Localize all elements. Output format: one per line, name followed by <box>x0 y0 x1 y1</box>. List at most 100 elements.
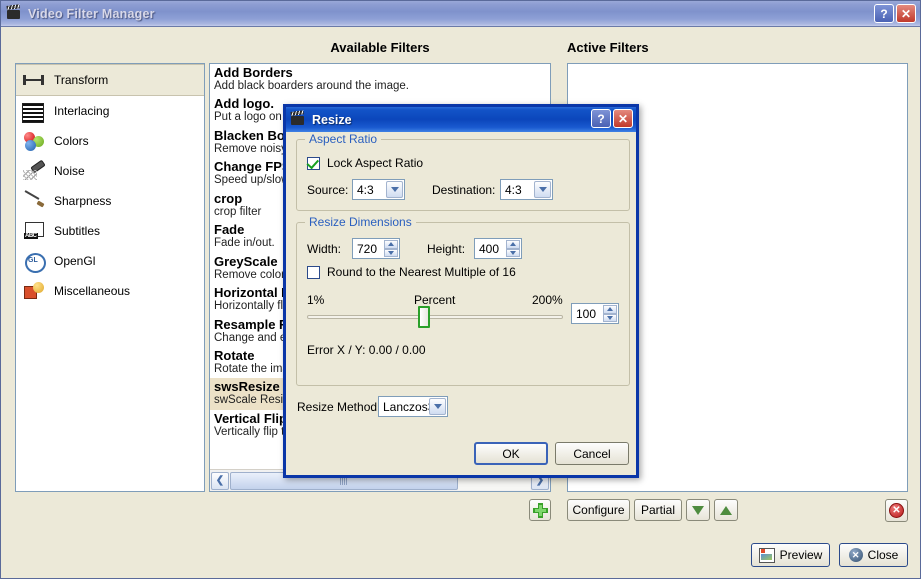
resize-dimensions-legend: Resize Dimensions <box>305 215 416 229</box>
sidebar-item-label: Sharpness <box>54 194 112 208</box>
green-plus-icon <box>532 502 548 518</box>
sidebar-item-label: Interlacing <box>54 104 110 118</box>
sidebar-item-interlacing[interactable]: Interlacing <box>16 96 204 126</box>
slider-min-label: 1% <box>307 293 325 307</box>
slider-max-label: 200% <box>532 293 563 307</box>
sidebar-item-opengl[interactable]: OpenGl <box>16 246 204 276</box>
filter-description: Add black boarders around the image. <box>214 80 409 93</box>
scroll-left-icon[interactable]: ❮ <box>211 471 229 490</box>
width-input[interactable]: 720 <box>352 238 400 259</box>
sidebar-item-sharpness[interactable]: Sharpness <box>16 186 204 216</box>
aspect-ratio-group: Aspect Ratio Lock Aspect Ratio Source: 4… <box>296 132 630 211</box>
destination-label: Destination: <box>432 183 496 197</box>
height-stepper-down[interactable] <box>506 248 520 257</box>
film-clapper-icon <box>6 6 22 22</box>
lock-aspect-ratio-label: Lock Aspect Ratio <box>327 156 424 170</box>
height-input[interactable]: 400 <box>474 238 522 259</box>
dialog-title: Resize <box>312 112 352 127</box>
dialog-close-button[interactable]: ✕ <box>613 109 633 128</box>
lock-aspect-ratio-checkbox[interactable] <box>307 157 320 170</box>
subtitles-icon <box>22 220 48 242</box>
sidebar-item-miscellaneous[interactable]: Miscellaneous <box>16 276 204 306</box>
destination-aspect-select[interactable]: 4:3 <box>500 179 553 200</box>
percent-stepper[interactable] <box>603 305 617 322</box>
width-value: 720 <box>357 241 378 256</box>
destination-aspect-value: 4:3 <box>505 182 522 197</box>
miscellaneous-icon <box>22 280 48 302</box>
arrow-up-icon <box>719 503 733 518</box>
aspect-ratio-legend: Aspect Ratio <box>305 132 382 146</box>
chevron-down-icon[interactable] <box>429 398 446 415</box>
dialog-window-controls: ? ✕ <box>591 109 633 128</box>
width-label: Width: <box>307 242 342 256</box>
source-label: Source: <box>307 183 349 197</box>
percent-value: 100 <box>576 306 597 321</box>
sidebar-item-colors[interactable]: Colors <box>16 126 204 156</box>
percent-slider[interactable] <box>307 315 563 319</box>
opengl-icon <box>22 250 48 273</box>
sidebar-item-label: Miscellaneous <box>54 284 131 298</box>
percent-stepper-down[interactable] <box>603 313 617 322</box>
close-label: Close <box>867 548 899 562</box>
resize-method-select[interactable]: Lanczos3 <box>378 396 448 417</box>
interlacing-icon <box>22 100 48 123</box>
width-stepper-down[interactable] <box>384 248 398 257</box>
cancel-button[interactable]: Cancel <box>555 442 629 465</box>
source-aspect-select[interactable]: 4:3 <box>352 179 405 200</box>
noise-icon <box>22 160 48 182</box>
transform-icon <box>22 69 48 91</box>
round-multiple-checkbox[interactable] <box>307 266 320 279</box>
add-filter-button[interactable] <box>529 499 551 521</box>
width-stepper[interactable] <box>384 240 398 257</box>
sidebar-item-noise[interactable]: Noise <box>16 156 204 186</box>
width-stepper-up[interactable] <box>384 240 398 249</box>
sidebar-item-subtitles[interactable]: Subtitles <box>16 216 204 246</box>
move-up-button[interactable] <box>714 499 738 521</box>
round-multiple-label: Round to the Nearest Multiple of 16 <box>327 265 516 279</box>
sidebar-item-label: Subtitles <box>54 224 101 238</box>
available-filters-heading: Available Filters <box>330 40 430 55</box>
chevron-down-icon[interactable] <box>534 181 551 198</box>
sidebar-item-label: Colors <box>54 134 89 148</box>
height-stepper[interactable] <box>506 240 520 257</box>
filter-list-item[interactable]: Add Borders Add black boarders around the… <box>210 64 550 95</box>
preview-button[interactable]: Preview <box>751 543 830 567</box>
sharpness-icon <box>22 190 48 212</box>
percent-input[interactable]: 100 <box>571 303 619 324</box>
sidebar-item-label: Noise <box>54 164 85 178</box>
window-title: Video Filter Manager <box>28 6 155 21</box>
configure-button[interactable]: Configure <box>567 499 630 521</box>
window-titlebar: Video Filter Manager ? ✕ <box>1 1 920 27</box>
partial-button[interactable]: Partial <box>634 499 682 521</box>
error-readout: Error X / Y: 0.00 / 0.00 <box>307 343 426 357</box>
red-delete-icon: ✕ <box>889 503 904 518</box>
move-down-button[interactable] <box>686 499 710 521</box>
help-button[interactable]: ? <box>874 4 894 23</box>
resize-dimensions-group: Resize Dimensions Width: 720 Height: 400… <box>296 215 630 386</box>
slider-title-label: Percent <box>414 293 456 307</box>
colors-icon <box>22 130 48 152</box>
window-controls: ? ✕ <box>874 4 916 23</box>
percent-slider-thumb[interactable] <box>418 306 430 328</box>
close-window-button[interactable]: ✕ <box>896 4 916 23</box>
category-tree[interactable]: Transform Interlacing Colors Noise Sharp… <box>15 63 205 492</box>
arrow-down-icon <box>691 503 705 518</box>
chevron-down-icon[interactable] <box>386 181 403 198</box>
sidebar-item-transform[interactable]: Transform <box>16 64 204 96</box>
close-button[interactable]: ✕ Close <box>839 543 908 567</box>
dialog-titlebar: Resize ? ✕ <box>283 104 639 132</box>
height-stepper-up[interactable] <box>506 240 520 249</box>
resize-method-value: Lanczos3 <box>383 399 435 414</box>
height-value: 400 <box>479 241 500 256</box>
close-circle-icon: ✕ <box>848 548 863 562</box>
video-filter-manager-window: Video Filter Manager ? ✕ Available Filte… <box>0 0 921 579</box>
height-label: Height: <box>427 242 466 256</box>
sidebar-item-label: Transform <box>54 73 109 87</box>
resize-dialog: Resize ? ✕ Aspect Ratio Lock Aspect Rati… <box>283 104 639 478</box>
percent-stepper-up[interactable] <box>603 305 617 314</box>
ok-button[interactable]: OK <box>474 442 548 465</box>
filter-name: Add Borders <box>214 65 293 80</box>
delete-filter-button[interactable]: ✕ <box>885 499 908 522</box>
resize-method-label: Resize Method: <box>297 400 381 414</box>
dialog-help-button[interactable]: ? <box>591 109 611 128</box>
